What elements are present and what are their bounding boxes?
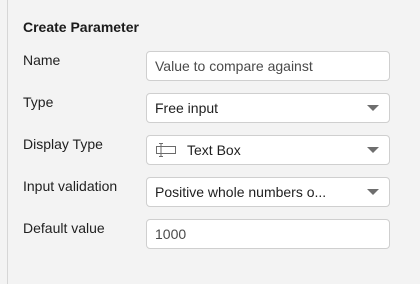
panel-title: Create Parameter [23,19,139,35]
default-value-label: Default value [23,220,105,236]
display-type-dropdown[interactable]: Text Box [146,135,390,165]
type-dropdown-value: Free input [155,100,219,116]
display-type-label: Display Type [23,136,103,152]
type-label: Type [23,94,54,110]
name-label: Name [23,52,61,68]
chevron-down-icon [367,105,379,111]
input-validation-label: Input validation [23,178,118,194]
input-validation-dropdown-value: Positive whole numbers o... [155,184,327,200]
name-input[interactable]: Value to compare against [146,51,390,81]
panel-divider [7,0,8,284]
input-validation-dropdown[interactable]: Positive whole numbers o... [146,177,390,207]
name-input-value: Value to compare against [155,58,313,74]
text-box-icon [156,143,176,157]
chevron-down-icon [367,147,379,153]
display-type-dropdown-value: Text Box [187,142,241,158]
type-dropdown[interactable]: Free input [146,93,390,123]
chevron-down-icon [367,189,379,195]
default-value-input[interactable]: 1000 [146,219,390,249]
default-value-input-value: 1000 [155,226,187,242]
